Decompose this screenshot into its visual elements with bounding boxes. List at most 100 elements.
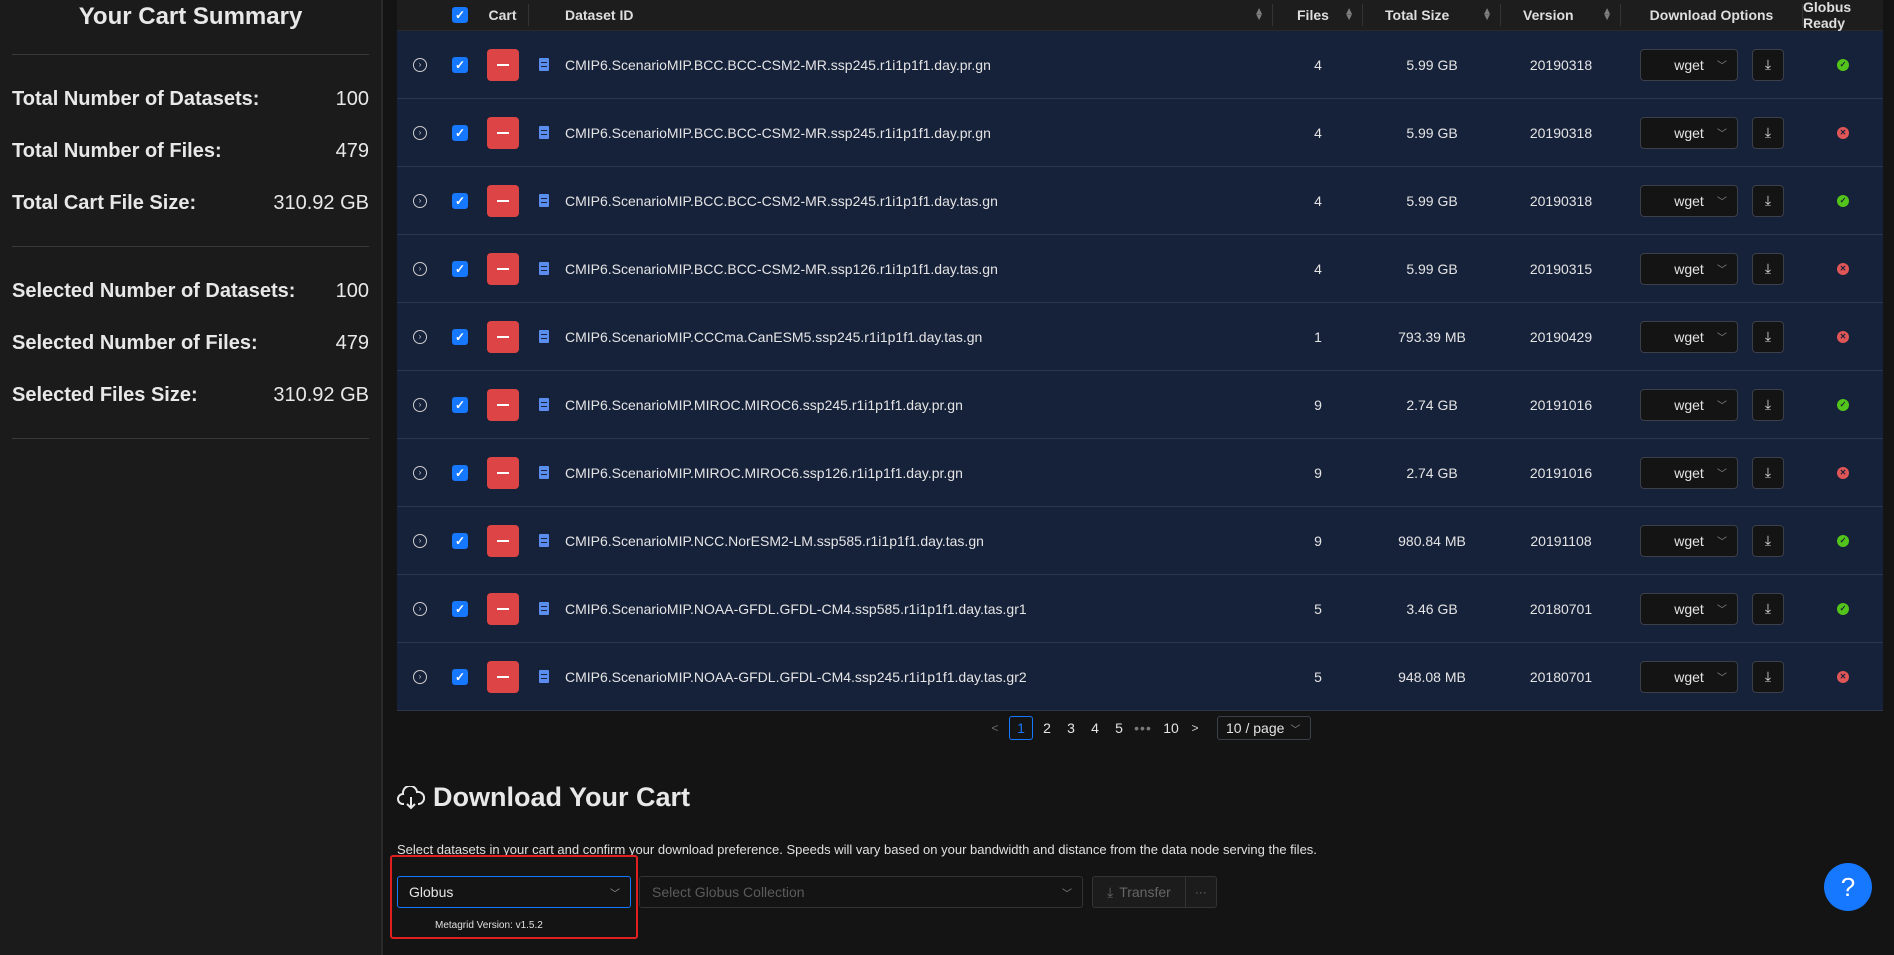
row-checkbox[interactable]: ✓ xyxy=(443,192,477,209)
remove-from-cart-button[interactable] xyxy=(477,184,529,217)
file-icon-cell xyxy=(529,58,559,71)
expand-row-button[interactable]: › xyxy=(397,193,443,208)
row-checkbox[interactable]: ✓ xyxy=(443,56,477,73)
summary-value: 100 xyxy=(335,87,369,110)
remove-from-cart-button[interactable] xyxy=(477,320,529,353)
check-icon: ✓ xyxy=(452,532,468,549)
total-datasets-row: Total Number of Datasets: 100 xyxy=(12,73,369,125)
dataset-id-column-header[interactable]: Dataset ID ▲ ▼ xyxy=(559,4,1273,26)
page-3[interactable]: 3 xyxy=(1059,716,1083,740)
expand-icon: › xyxy=(413,669,427,684)
page-last[interactable]: 10 xyxy=(1159,716,1183,740)
download-button[interactable]: ⤓ xyxy=(1752,320,1784,353)
remove-from-cart-button[interactable] xyxy=(477,48,529,81)
row-checkbox[interactable]: ✓ xyxy=(443,532,477,549)
table-row: › ✓ CMIP6.ScenarioMIP.NCC.NorESM2-LM.ssp58… xyxy=(397,507,1883,575)
download-button[interactable]: ⤓ xyxy=(1752,116,1784,149)
remove-from-cart-button[interactable] xyxy=(477,388,529,421)
help-button[interactable]: ? xyxy=(1824,863,1872,911)
next-page-icon[interactable]: > xyxy=(1183,716,1207,740)
sort-icon[interactable]: ▲ ▼ xyxy=(1482,7,1492,23)
row-checkbox[interactable]: ✓ xyxy=(443,464,477,481)
globus-ready-cell: ✕ xyxy=(1803,466,1883,479)
remove-from-cart-button[interactable] xyxy=(477,252,529,285)
cart-summary-sidebar: Your Cart Summary Total Number of Datase… xyxy=(0,0,383,955)
files-column-header[interactable]: Files ▲ ▼ xyxy=(1273,4,1363,26)
check-icon: ✓ xyxy=(452,328,468,345)
download-button[interactable]: ⤓ xyxy=(1752,660,1784,693)
download-method-value: Globus xyxy=(409,884,454,900)
download-button[interactable]: ⤓ xyxy=(1752,456,1784,489)
page-5[interactable]: 5 xyxy=(1107,716,1131,740)
file-count: 9 xyxy=(1314,396,1322,413)
download-option-select[interactable]: wget ﹀ xyxy=(1640,592,1738,625)
page-size-select[interactable]: 10 / page ﹀ xyxy=(1217,716,1312,740)
expand-icon: › xyxy=(413,125,427,140)
globus-collection-select[interactable]: Select Globus Collection ﹀ xyxy=(639,876,1083,908)
sort-icon[interactable]: ▲ ▼ xyxy=(1602,7,1612,23)
version-column-header[interactable]: Version ▲ ▼ xyxy=(1501,4,1621,26)
file-icon-cell xyxy=(529,126,559,139)
download-options-cell: wget ﹀ ⤓ xyxy=(1621,184,1803,217)
download-option-select[interactable]: wget ﹀ xyxy=(1640,524,1738,557)
download-button[interactable]: ⤓ xyxy=(1752,252,1784,285)
download-option-select[interactable]: wget ﹀ xyxy=(1640,116,1738,149)
row-checkbox[interactable]: ✓ xyxy=(443,260,477,277)
minus-icon xyxy=(487,592,519,625)
remove-from-cart-button[interactable] xyxy=(477,524,529,557)
download-button[interactable]: ⤓ xyxy=(1752,592,1784,625)
row-checkbox[interactable]: ✓ xyxy=(443,600,477,617)
download-button[interactable]: ⤓ xyxy=(1752,524,1784,557)
minus-icon xyxy=(487,456,519,489)
download-button[interactable]: ⤓ xyxy=(1752,388,1784,421)
expand-row-button[interactable]: › xyxy=(397,261,443,276)
download-button[interactable]: ⤓ xyxy=(1752,184,1784,217)
expand-row-button[interactable]: › xyxy=(397,397,443,412)
cloud-download-icon xyxy=(397,785,425,809)
download-option-select[interactable]: wget ﹀ xyxy=(1640,252,1738,285)
remove-from-cart-button[interactable] xyxy=(477,116,529,149)
page-ellipsis[interactable]: ••• xyxy=(1131,716,1155,740)
transfer-button[interactable]: ⤓ Transfer xyxy=(1092,876,1185,908)
check-icon: ✓ xyxy=(452,396,468,413)
download-option-select[interactable]: wget ﹀ xyxy=(1640,388,1738,421)
expand-row-button[interactable]: › xyxy=(397,329,443,344)
expand-row-button[interactable]: › xyxy=(397,601,443,616)
download-option-select[interactable]: wget ﹀ xyxy=(1640,320,1738,353)
download-method-select[interactable]: Globus ﹀ xyxy=(397,876,631,908)
download-option-select[interactable]: wget ﹀ xyxy=(1640,48,1738,81)
download-option-select[interactable]: wget ﹀ xyxy=(1640,660,1738,693)
select-all-checkbox[interactable]: ✓ xyxy=(443,7,477,23)
sort-icon[interactable]: ▲ ▼ xyxy=(1254,7,1264,23)
download-options-cell: wget ﹀ ⤓ xyxy=(1621,320,1803,353)
row-checkbox[interactable]: ✓ xyxy=(443,396,477,413)
selected-size-row: Selected Files Size: 310.92 GB xyxy=(12,369,369,421)
globus-ready-cell: ✕ xyxy=(1803,330,1883,343)
download-option-select[interactable]: wget ﹀ xyxy=(1640,456,1738,489)
prev-page-icon[interactable]: < xyxy=(983,716,1007,740)
version: 20180701 xyxy=(1529,600,1593,617)
remove-from-cart-button[interactable] xyxy=(477,592,529,625)
more-options-button[interactable]: ··· xyxy=(1184,876,1217,908)
globus-ready-cell: ✕ xyxy=(1803,262,1883,275)
expand-row-button[interactable]: › xyxy=(397,465,443,480)
page-2[interactable]: 2 xyxy=(1035,716,1059,740)
download-option-select[interactable]: wget ﹀ xyxy=(1640,184,1738,217)
expand-row-button[interactable]: › xyxy=(397,57,443,72)
row-checkbox[interactable]: ✓ xyxy=(443,124,477,141)
total-size-column-header[interactable]: Total Size ▲ ▼ xyxy=(1363,4,1501,26)
expand-icon: › xyxy=(413,397,427,412)
download-button[interactable]: ⤓ xyxy=(1752,48,1784,81)
page-4[interactable]: 4 xyxy=(1083,716,1107,740)
expand-row-button[interactable]: › xyxy=(397,533,443,548)
expand-row-button[interactable]: › xyxy=(397,125,443,140)
remove-from-cart-button[interactable] xyxy=(477,456,529,489)
sort-icon[interactable]: ▲ ▼ xyxy=(1344,7,1354,23)
row-checkbox[interactable]: ✓ xyxy=(443,328,477,345)
remove-from-cart-button[interactable] xyxy=(477,660,529,693)
file-count: 9 xyxy=(1314,464,1322,481)
expand-row-button[interactable]: › xyxy=(397,669,443,684)
download-option-value: wget xyxy=(1674,260,1704,277)
page-1[interactable]: 1 xyxy=(1009,716,1033,740)
row-checkbox[interactable]: ✓ xyxy=(443,668,477,685)
